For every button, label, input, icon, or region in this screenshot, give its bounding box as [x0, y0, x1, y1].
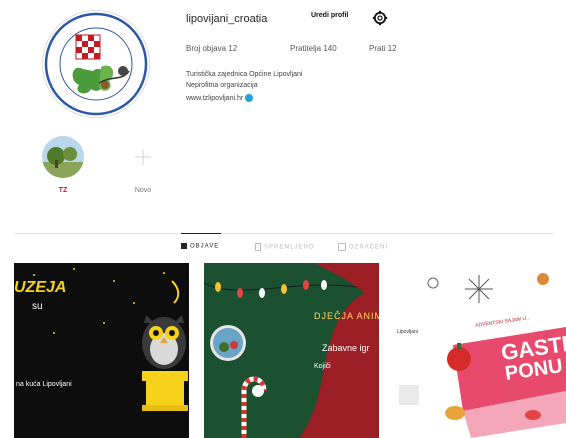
tab-posts[interactable]: OBJAVE [181, 243, 219, 250]
tab-saved[interactable]: SPREMLJENO [255, 243, 315, 251]
edit-profile-button[interactable]: Uredi profil [311, 12, 348, 19]
profile-username: lipovijani_croatia [186, 13, 268, 25]
tab-tagged-label: OZNAČENI [349, 244, 389, 251]
post-2-title: DJEČJA ANIMA [314, 311, 379, 321]
active-tab-indicator [181, 233, 221, 234]
bio-line-1: Turistička zajednica Općine Lipovljani [186, 71, 303, 78]
post-1-title: UZEJA [14, 279, 67, 296]
stat-posts-label: Broj objava [186, 44, 227, 53]
tab-saved-label: SPREMLJENO [264, 244, 315, 251]
highlight-label: Novo [134, 187, 152, 194]
highlight-thumbnail [42, 136, 84, 178]
highlight-new-circle [122, 136, 164, 178]
stat-following[interactable]: Prati 12 [369, 44, 397, 53]
bookmark-icon [255, 243, 261, 251]
stat-following-count: 12 [387, 44, 397, 53]
post-1-footer: na kuća Lipovljani [16, 381, 72, 388]
post-thumbnail-3[interactable]: ADVENTSKI SAJAM U... GASTR PONU Lipovlja… [393, 263, 566, 438]
stat-followers-count: 140 [323, 44, 337, 53]
stat-posts-count: 12 [228, 44, 238, 53]
tab-posts-label: OBJAVE [190, 243, 220, 250]
stat-followers-label: Pratitelja [290, 44, 322, 53]
post-2-line3: Kojiči [314, 363, 331, 370]
settings-gear-icon[interactable] [372, 10, 388, 26]
highlight-label: TZ [58, 187, 68, 194]
tab-tagged[interactable]: OZNAČENI [338, 243, 388, 251]
stat-followers[interactable]: Pratitelja 140 [290, 44, 337, 53]
profile-avatar[interactable] [42, 10, 150, 118]
landscape-photo-icon [42, 136, 84, 178]
bio-website[interactable]: www.tzlipovljani.hr [186, 94, 254, 102]
bio-line-2: Neprofitna organizacija [186, 82, 258, 89]
highlight-new[interactable]: Novo [122, 136, 168, 194]
tabs-divider [14, 233, 554, 234]
post-thumbnail-1[interactable]: UZEJA su na kuća Lipovljani [14, 263, 189, 438]
grid-icon [181, 243, 187, 249]
post-thumbnail-2[interactable]: DJEČJA ANIMA Zabavne igr Kojiči [204, 263, 379, 438]
stat-posts: Broj objava 12 [186, 44, 237, 53]
post-1-subtitle: su [32, 301, 43, 312]
verified-badge-icon [245, 94, 254, 102]
tag-icon [338, 243, 346, 251]
post-3-subtitle: Lipovljani [397, 329, 418, 335]
post-2-subtitle: Zabavne igr [322, 343, 370, 353]
coat-of-arms-logo [44, 12, 148, 116]
plus-icon [135, 149, 151, 165]
website-link[interactable]: www.tzlipovljani.hr [186, 95, 243, 102]
stat-following-label: Prati [369, 44, 386, 53]
highlight-tz[interactable]: TZ [42, 136, 88, 194]
